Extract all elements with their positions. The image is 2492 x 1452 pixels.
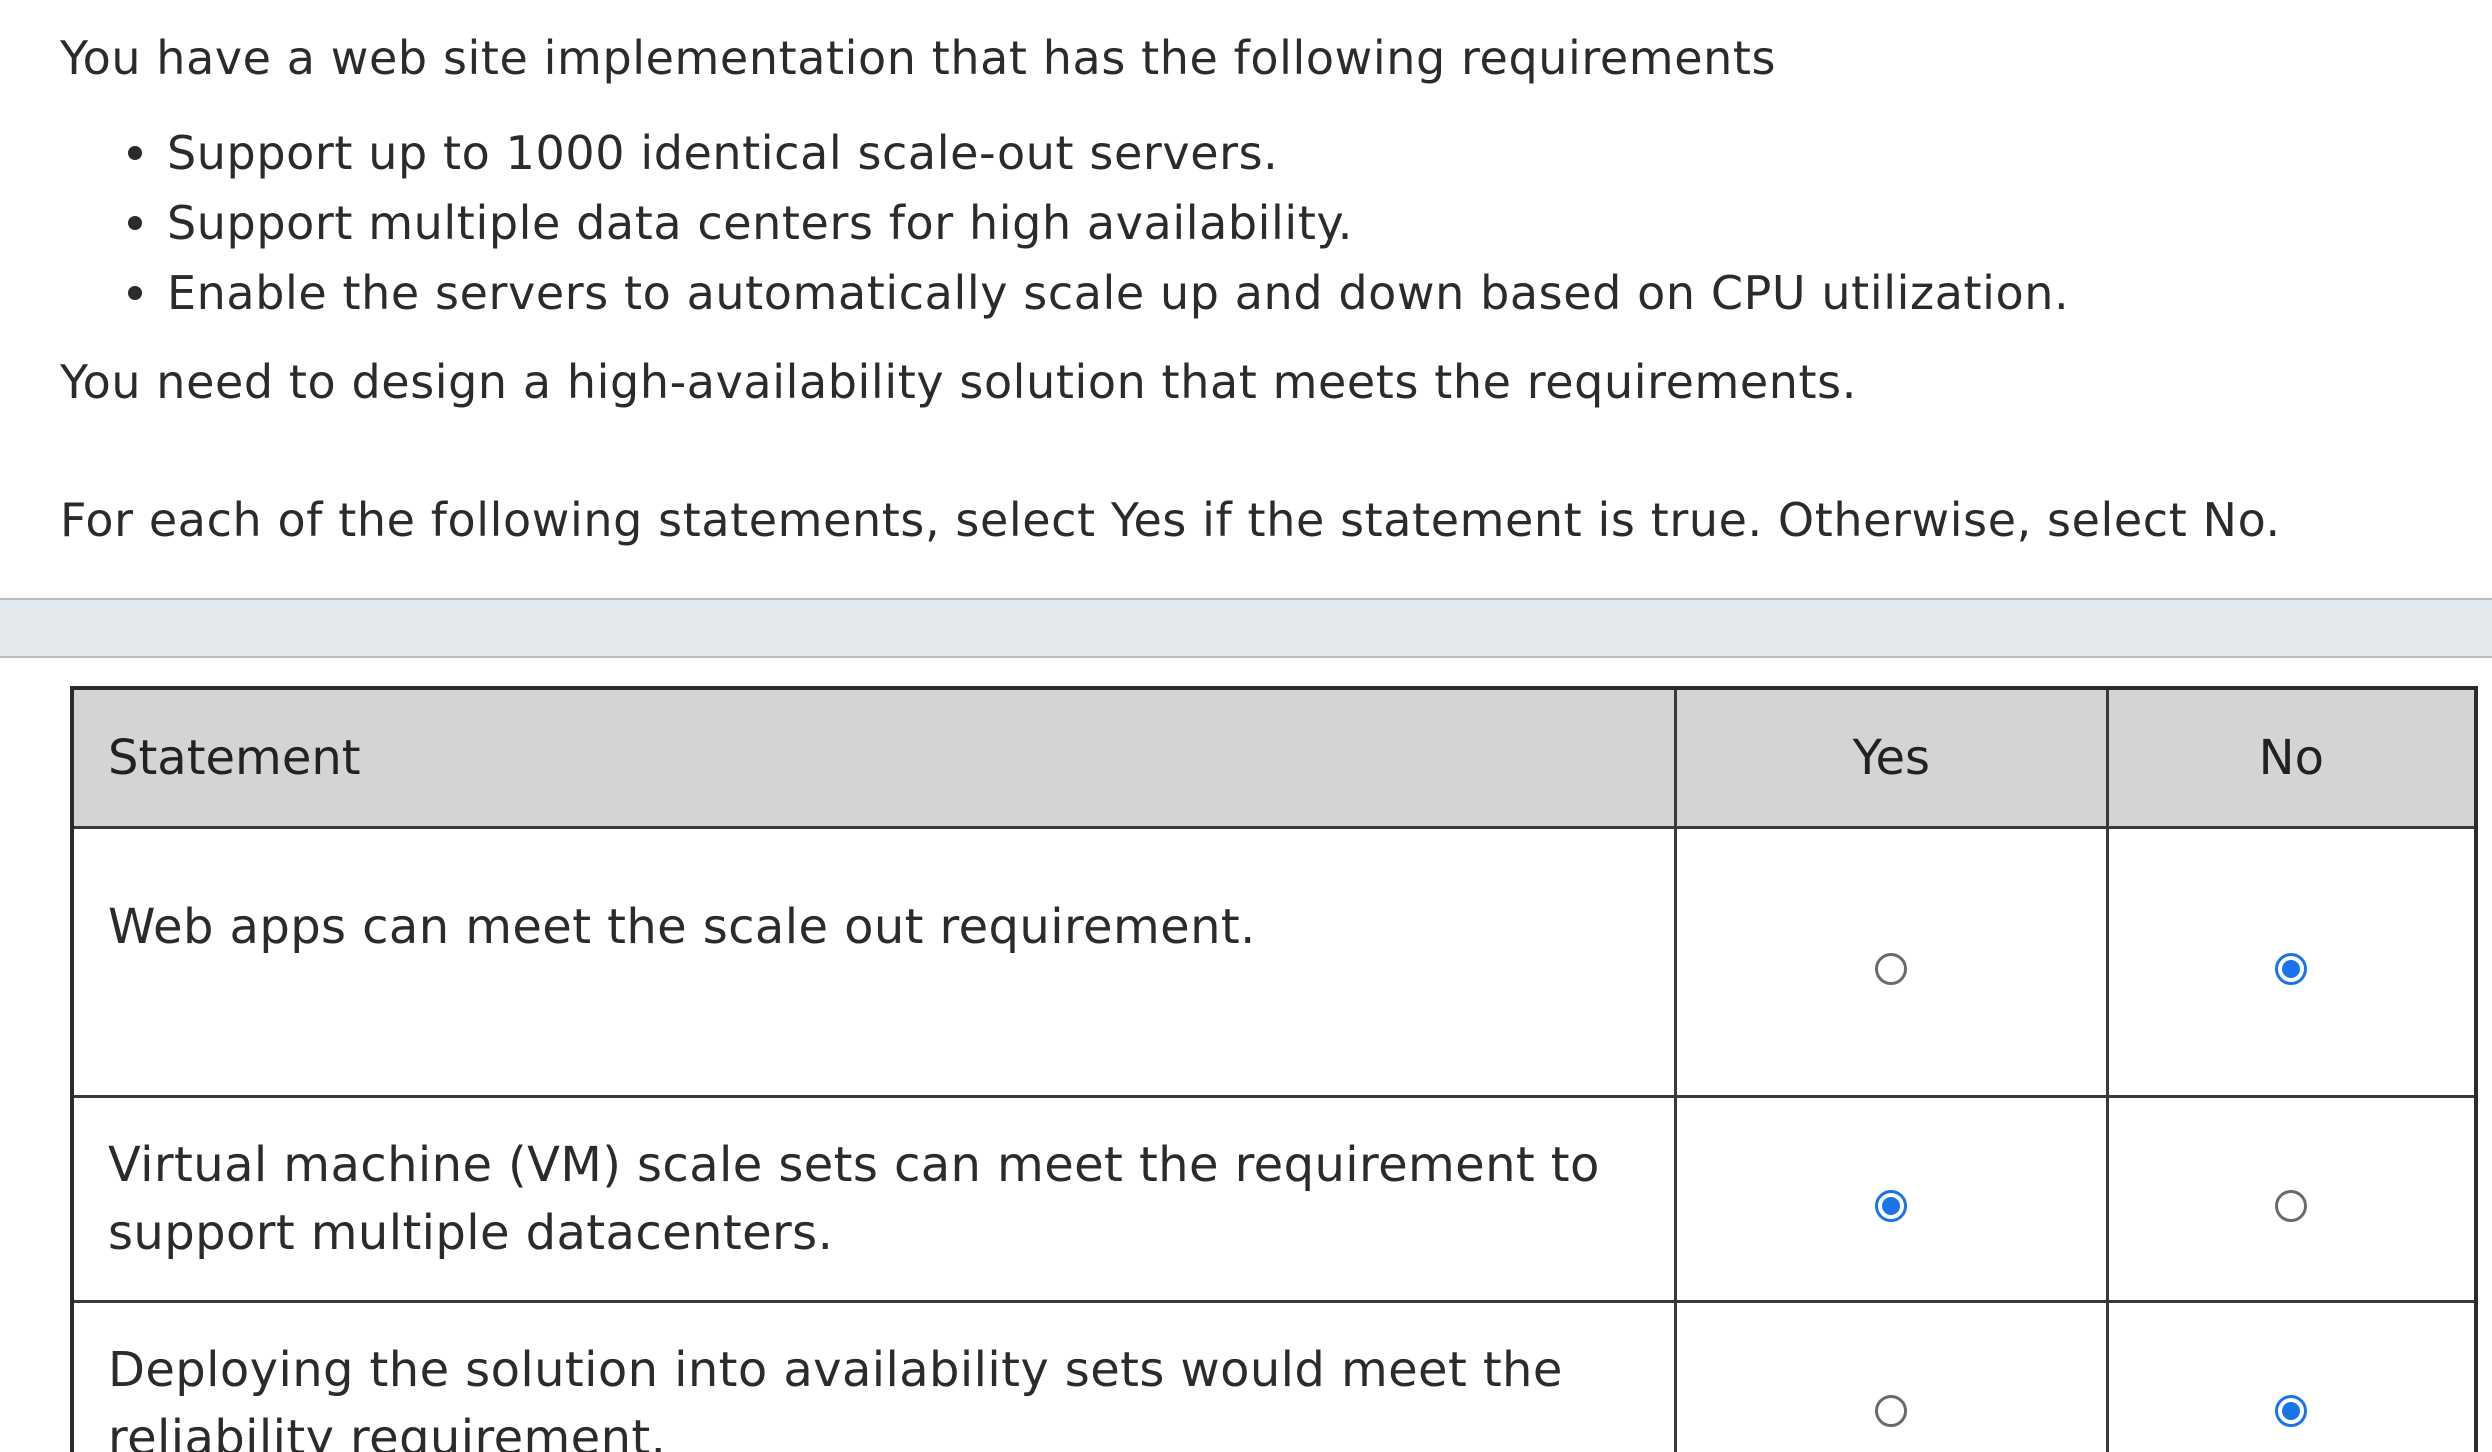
header-yes: Yes bbox=[1674, 686, 2109, 829]
statement-cell: Web apps can meet the scale out requirem… bbox=[70, 826, 1677, 1098]
separator-band bbox=[0, 598, 2492, 658]
radio-no-row-1[interactable] bbox=[2275, 953, 2308, 985]
yes-cell bbox=[1674, 1300, 2109, 1452]
requirement-text: Enable the servers to automatically scal… bbox=[167, 266, 2070, 320]
question-instruction: For each of the following statements, se… bbox=[60, 493, 2281, 547]
no-cell bbox=[2105, 826, 2478, 1098]
question-need: You need to design a high-availability s… bbox=[60, 355, 1857, 409]
statement-cell: Deploying the solution into availability… bbox=[70, 1300, 1677, 1452]
question-intro: You have a web site implementation that … bbox=[60, 31, 1777, 85]
requirements-list: Support up to 1000 identical scale-out s… bbox=[60, 118, 2069, 328]
statement-cell: Virtual machine (VM) scale sets can meet… bbox=[70, 1095, 1677, 1303]
radio-yes-row-2[interactable] bbox=[1875, 1190, 1908, 1222]
requirement-item: Enable the servers to automatically scal… bbox=[60, 258, 2069, 328]
table-row: Web apps can meet the scale out requirem… bbox=[70, 826, 2478, 1098]
radio-no-row-2[interactable] bbox=[2275, 1190, 2308, 1222]
no-cell bbox=[2105, 1095, 2478, 1303]
requirement-text: Support up to 1000 identical scale-out s… bbox=[167, 126, 1279, 180]
header-statement: Statement bbox=[70, 686, 1677, 829]
requirement-text: Support multiple data centers for high a… bbox=[167, 196, 1353, 250]
yes-cell bbox=[1674, 1095, 2109, 1303]
table-row: Deploying the solution into availability… bbox=[70, 1300, 2478, 1452]
header-no: No bbox=[2105, 686, 2478, 829]
table-row: Virtual machine (VM) scale sets can meet… bbox=[70, 1095, 2478, 1303]
answer-table: Statement Yes No Web apps can meet the s… bbox=[70, 686, 2478, 1452]
bullet-icon bbox=[128, 286, 142, 300]
bullet-icon bbox=[128, 216, 142, 230]
requirement-item: Support up to 1000 identical scale-out s… bbox=[60, 118, 2069, 188]
radio-no-row-3[interactable] bbox=[2275, 1395, 2308, 1427]
no-cell bbox=[2105, 1300, 2478, 1452]
yes-cell bbox=[1674, 826, 2109, 1098]
requirement-item: Support multiple data centers for high a… bbox=[60, 188, 2069, 258]
radio-yes-row-3[interactable] bbox=[1875, 1395, 1908, 1427]
table-header-row: Statement Yes No bbox=[70, 686, 2478, 829]
bullet-icon bbox=[128, 146, 142, 160]
radio-yes-row-1[interactable] bbox=[1875, 953, 1908, 985]
